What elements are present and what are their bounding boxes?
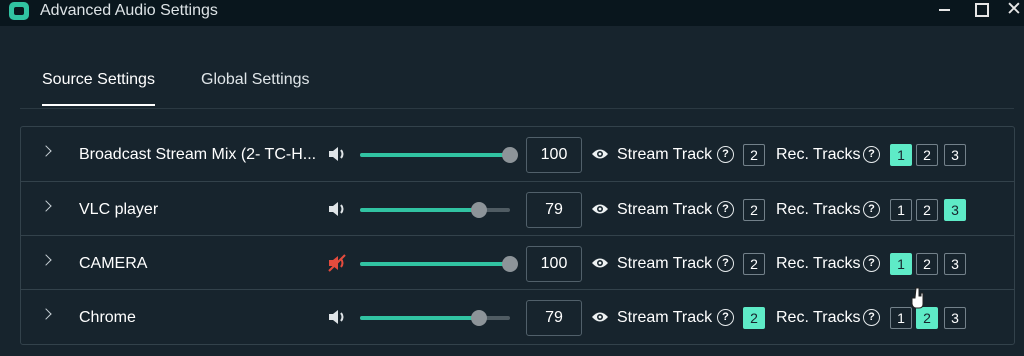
rec-tracks-label: Rec. Tracks [776,201,861,218]
stream-track-help-icon[interactable]: ? [717,255,734,272]
rec-track-3-toggle[interactable]: 3 [944,144,966,166]
source-name: Chrome [79,309,136,326]
audio-sources-panel: Broadcast Stream Mix (2- TC-H... 100 Str… [20,126,1015,345]
eye-icon[interactable] [591,147,609,161]
stream-track-toggle[interactable]: 2 [743,199,765,221]
expand-chevron-icon[interactable] [40,308,52,320]
stream-track-label: Stream Track [617,255,713,272]
rec-tracks-help-icon[interactable]: ? [863,309,880,326]
volume-input[interactable]: 100 [526,246,582,282]
tab-source-settings[interactable]: Source Settings [42,71,155,89]
rec-tracks-help-icon[interactable]: ? [863,146,880,163]
rec-track-2-toggle[interactable]: 2 [916,199,938,221]
speaker-icon[interactable] [326,308,348,326]
rec-track-2-toggle[interactable]: 2 [916,144,938,166]
source-name: VLC player [79,201,159,218]
minimize-button[interactable] [932,0,956,22]
eye-icon[interactable] [591,202,609,216]
stream-track-toggle[interactable]: 2 [743,144,765,166]
volume-slider-handle[interactable] [502,147,518,163]
stream-track-label: Stream Track [617,146,713,163]
expand-chevron-icon[interactable] [40,254,52,266]
mouse-cursor-icon [911,287,924,309]
volume-slider-handle[interactable] [470,310,487,326]
active-tab-indicator [42,104,155,106]
volume-slider[interactable] [360,147,518,163]
audio-source-row: Broadcast Stream Mix (2- TC-H... 100 Str… [21,127,1014,181]
volume-slider-fill [360,262,510,266]
rec-tracks-help-icon[interactable]: ? [863,255,880,272]
audio-source-row: Chrome 79 Stream Track ? 2 Rec. Tracks ?… [21,289,1014,344]
volume-slider[interactable] [360,202,510,218]
maximize-button[interactable] [969,0,993,22]
volume-slider-fill [360,153,510,157]
volume-slider[interactable] [360,256,518,272]
volume-slider-fill [360,208,479,212]
rec-track-2-toggle[interactable]: 2 [916,253,938,275]
title-bar: Advanced Audio Settings ✕ [0,0,1024,26]
rec-track-3-toggle[interactable]: 3 [944,199,966,221]
stream-track-label: Stream Track [617,201,713,218]
stream-track-toggle[interactable]: 2 [743,253,765,275]
stream-track-help-icon[interactable]: ? [717,201,734,218]
speaker-icon[interactable] [326,200,348,218]
eye-icon[interactable] [591,256,609,270]
volume-input[interactable]: 79 [526,192,582,228]
rec-track-1-toggle[interactable]: 1 [890,307,912,329]
rec-tracks-label: Rec. Tracks [776,309,861,326]
close-button[interactable]: ✕ [1002,0,1024,21]
source-name: Broadcast Stream Mix (2- TC-H... [79,146,317,163]
speaker-muted-icon[interactable] [326,254,348,272]
volume-slider-fill [360,316,479,320]
volume-input[interactable]: 100 [526,137,582,173]
speaker-icon[interactable] [326,145,348,163]
audio-source-row: CAMERA 100 Stream Track ? 2 Rec. Tracks … [21,235,1014,290]
app-logo-icon [9,2,29,20]
rec-track-1-toggle[interactable]: 1 [890,144,912,166]
volume-input[interactable]: 79 [526,300,582,336]
rec-tracks-label: Rec. Tracks [776,255,861,272]
expand-chevron-icon[interactable] [40,145,52,157]
stream-track-help-icon[interactable]: ? [717,309,734,326]
stream-track-label: Stream Track [617,309,713,326]
tab-global-settings[interactable]: Global Settings [201,71,310,89]
source-name: CAMERA [79,255,148,272]
stream-track-toggle[interactable]: 2 [743,307,765,329]
window-title: Advanced Audio Settings [40,2,218,19]
stream-track-help-icon[interactable]: ? [717,146,734,163]
volume-slider[interactable] [360,310,510,326]
rec-track-2-toggle[interactable]: 2 [916,307,938,329]
rec-track-1-toggle[interactable]: 1 [890,253,912,275]
audio-source-row: VLC player 79 Stream Track ? 2 Rec. Trac… [21,181,1014,236]
expand-chevron-icon[interactable] [40,200,52,212]
eye-icon[interactable] [591,310,609,324]
rec-track-3-toggle[interactable]: 3 [944,253,966,275]
rec-track-3-toggle[interactable]: 3 [944,307,966,329]
rec-track-1-toggle[interactable]: 1 [890,199,912,221]
rec-tracks-label: Rec. Tracks [776,146,861,163]
volume-slider-handle[interactable] [470,202,487,218]
volume-slider-handle[interactable] [502,256,518,272]
rec-tracks-help-icon[interactable]: ? [863,201,880,218]
settings-tabs: Source Settings Global Settings [20,62,1014,109]
